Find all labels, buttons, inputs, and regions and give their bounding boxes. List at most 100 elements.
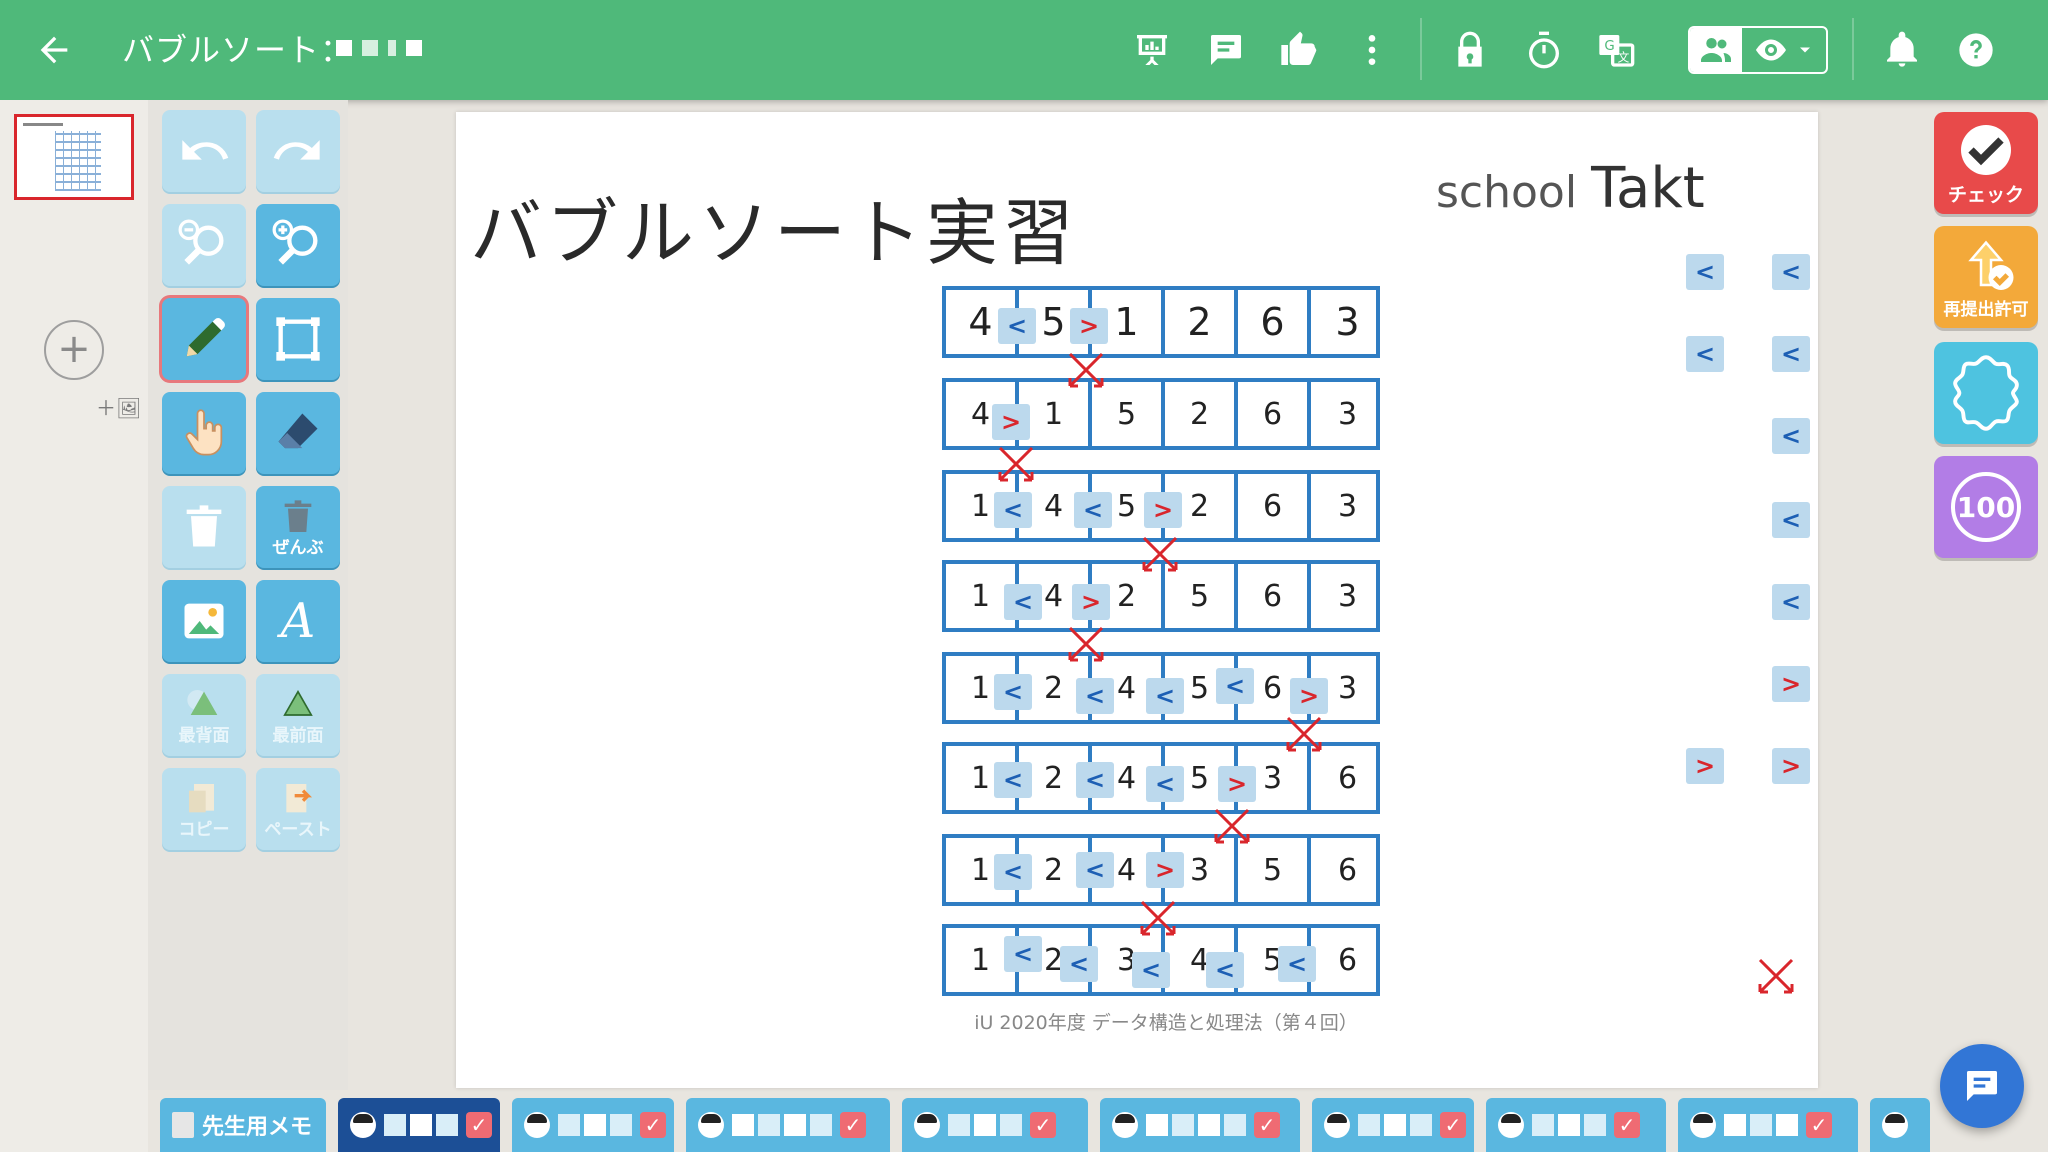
bring-to-front-label: 最前面 xyxy=(272,725,324,746)
compare-tag[interactable]: < xyxy=(994,762,1032,798)
spare-compare-tag[interactable]: > xyxy=(1772,666,1810,702)
copy-button[interactable]: コピー xyxy=(162,768,246,850)
view-mode-toggle[interactable] xyxy=(1688,26,1828,74)
insert-image-button[interactable] xyxy=(162,580,246,662)
resubmit-label: 再提出許可 xyxy=(1943,299,2029,320)
help-icon[interactable] xyxy=(1952,26,2000,74)
swap-x-icon xyxy=(1286,716,1322,752)
timer-icon[interactable] xyxy=(1520,26,1568,74)
compare-tag[interactable]: > xyxy=(992,404,1030,440)
compare-tag[interactable]: < xyxy=(1216,668,1254,704)
delete-all-label: ぜんぶ xyxy=(272,537,324,558)
compare-tag[interactable]: < xyxy=(1132,952,1170,988)
masked-student-name xyxy=(1146,1114,1246,1136)
masked-student-name xyxy=(1724,1114,1798,1136)
compare-tag[interactable]: < xyxy=(1004,584,1042,620)
student-tab[interactable]: ✓ xyxy=(1312,1098,1474,1152)
paste-label: ペースト xyxy=(264,819,332,840)
bring-to-front-button[interactable]: 最前面 xyxy=(256,674,340,756)
compare-tag[interactable]: < xyxy=(1146,678,1184,714)
spare-compare-tag[interactable]: < xyxy=(1772,254,1810,290)
student-avatar-icon xyxy=(1690,1112,1716,1138)
compare-tag[interactable]: < xyxy=(1060,946,1098,982)
compare-tag[interactable]: > xyxy=(1070,308,1108,344)
slide-canvas[interactable]: バブルソート実習 school Takt 451263 415263 14526… xyxy=(456,112,1818,1088)
spare-compare-tag[interactable]: < xyxy=(1772,502,1810,538)
swap-x-icon xyxy=(1214,808,1250,844)
compare-tag[interactable]: < xyxy=(994,854,1032,890)
spare-compare-tag[interactable]: < xyxy=(1772,336,1810,372)
compare-tag[interactable]: < xyxy=(994,492,1032,528)
compare-tag[interactable]: < xyxy=(1004,936,1042,972)
lock-icon[interactable] xyxy=(1446,26,1494,74)
student-tab[interactable]: ✓ xyxy=(512,1098,674,1152)
compare-tag[interactable]: > xyxy=(1290,678,1328,714)
slide-thumbnail[interactable] xyxy=(14,114,134,200)
check-button[interactable]: チェック xyxy=(1934,112,2038,214)
delete-button[interactable] xyxy=(162,486,246,568)
compare-tag[interactable]: < xyxy=(1076,678,1114,714)
student-avatar-icon xyxy=(914,1112,940,1138)
presentation-icon[interactable] xyxy=(1128,26,1176,74)
compare-tag[interactable]: > xyxy=(1144,492,1182,528)
swap-x-icon xyxy=(998,446,1034,482)
chat-button[interactable] xyxy=(1940,1044,2024,1128)
spare-compare-tag[interactable]: > xyxy=(1686,748,1724,784)
thumbs-up-icon[interactable] xyxy=(1274,26,1322,74)
compare-tag[interactable]: < xyxy=(1076,762,1114,798)
submitted-check-icon: ✓ xyxy=(640,1112,666,1138)
translate-icon[interactable]: G文 xyxy=(1592,26,1640,74)
spare-compare-tag[interactable]: < xyxy=(1772,418,1810,454)
spare-compare-tag[interactable]: > xyxy=(1772,748,1810,784)
hand-pointer-button[interactable] xyxy=(162,392,246,474)
back-arrow-icon[interactable] xyxy=(30,26,78,74)
compare-tag[interactable]: > xyxy=(1146,852,1184,888)
delete-all-button[interactable]: ぜんぶ xyxy=(256,486,340,568)
student-tab[interactable]: ✓ xyxy=(902,1098,1088,1152)
memo-icon xyxy=(172,1112,194,1138)
teacher-memo-label: 先生用メモ xyxy=(202,1115,313,1140)
pen-tool-button[interactable] xyxy=(162,298,246,380)
compare-tag[interactable]: < xyxy=(994,674,1032,710)
bell-icon[interactable] xyxy=(1878,26,1926,74)
spare-compare-tag[interactable]: < xyxy=(1686,254,1724,290)
student-avatar-icon xyxy=(350,1112,376,1138)
compare-tag[interactable]: < xyxy=(1278,946,1316,982)
add-slide-button[interactable]: + xyxy=(44,320,104,380)
student-tab[interactable] xyxy=(1870,1098,1930,1152)
compare-tag[interactable]: > xyxy=(1072,584,1110,620)
compare-tag[interactable]: < xyxy=(1076,852,1114,888)
score-100-button[interactable]: 100 xyxy=(1934,456,2038,558)
student-tab[interactable]: ✓ xyxy=(338,1098,500,1152)
resubmit-allow-button[interactable]: 再提出許可 xyxy=(1934,226,2038,328)
compare-tag[interactable]: < xyxy=(1206,952,1244,988)
eraser-button[interactable] xyxy=(256,392,340,474)
spare-compare-tag[interactable]: < xyxy=(1772,584,1810,620)
insert-text-button[interactable]: A xyxy=(256,580,340,662)
schooltakt-logo: school Takt xyxy=(1436,156,1705,221)
spare-compare-tag[interactable]: < xyxy=(1686,336,1724,372)
redo-button[interactable] xyxy=(256,110,340,192)
undo-button[interactable] xyxy=(162,110,246,192)
spare-swap-x-icon[interactable] xyxy=(1754,954,1798,998)
zoom-out-button[interactable] xyxy=(162,204,246,286)
student-tab-bar: 先生用メモ ✓ ✓ ✓ ✓ ✓ ✓ ✓ ✓ xyxy=(148,1090,2048,1152)
more-vert-icon[interactable] xyxy=(1348,26,1396,74)
zoom-in-button[interactable] xyxy=(256,204,340,286)
compare-tag[interactable]: < xyxy=(1074,492,1112,528)
teacher-memo-tab[interactable]: 先生用メモ xyxy=(160,1098,326,1152)
student-tab[interactable]: ✓ xyxy=(1486,1098,1666,1152)
student-tab[interactable]: ✓ xyxy=(1100,1098,1300,1152)
add-image-icon[interactable]: ＋🖼 xyxy=(96,392,141,421)
comment-icon[interactable] xyxy=(1202,26,1250,74)
paste-button[interactable]: ペースト xyxy=(256,768,340,850)
chat-icon xyxy=(1967,1071,1997,1101)
compare-tag[interactable]: < xyxy=(1146,766,1184,802)
stamp-button[interactable] xyxy=(1934,342,2038,444)
student-tab[interactable]: ✓ xyxy=(686,1098,890,1152)
compare-tag[interactable]: < xyxy=(998,308,1036,344)
student-tab[interactable]: ✓ xyxy=(1678,1098,1858,1152)
compare-tag[interactable]: > xyxy=(1218,766,1256,802)
select-rect-button[interactable] xyxy=(256,298,340,380)
send-to-back-button[interactable]: 最背面 xyxy=(162,674,246,756)
